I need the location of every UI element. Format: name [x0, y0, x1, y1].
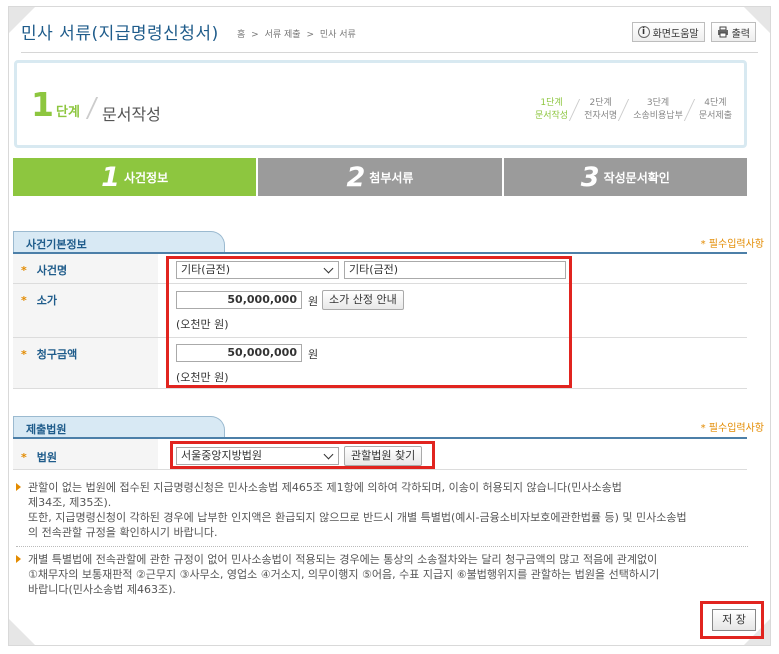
step-progress: 1단계 문서작성 2단계 전자서명 3단계 소송비용납부 4단계 문서제출 — [527, 97, 740, 123]
help-button[interactable]: i 화면도움말 — [631, 22, 705, 42]
step-item-3: 3단계 소송비용납부 — [625, 97, 691, 123]
case-name-label: * 사건명 — [13, 254, 158, 283]
info-icon: i — [637, 26, 650, 38]
breadcrumb: 홈 > 서류 제출 > 민사 서류 — [237, 27, 359, 40]
court-row: * 법원 서울중앙지방법원 관할법원 찾기 — [13, 439, 747, 470]
tab-attachments[interactable]: 2 첨부서류 — [258, 158, 502, 196]
won-unit: 원 — [308, 295, 319, 308]
step-panel: 1 단계 문서작성 1단계 문서작성 2단계 전자서명 3단계 소송비용납부 4단계 문… — [14, 60, 747, 148]
chevron-down-icon — [323, 263, 334, 274]
claim-amount-row: * 청구금액 50,000,000 원 (오천만 원) — [13, 338, 747, 389]
note-divider — [16, 546, 748, 547]
step-item-4: 4단계 문서제출 — [691, 97, 740, 123]
save-button[interactable]: 저 장 — [712, 609, 756, 631]
bullet-arrow-icon — [16, 483, 21, 491]
claim-amount-label: * 청구금액 — [13, 338, 158, 388]
won-unit: 원 — [308, 348, 319, 361]
tab-review[interactable]: 3 작성문서확인 — [503, 158, 747, 196]
breadcrumb-current: 민사 서류 — [319, 30, 356, 40]
help-label: 화면도움말 — [652, 28, 699, 40]
bullet-arrow-icon — [16, 555, 21, 563]
note-jurisdiction: 관할이 없는 법원에 접수된 지급명령신청은 민사소송법 제465조 제1항에 … — [16, 480, 750, 540]
breadcrumb-sep: > — [251, 30, 259, 40]
court-select[interactable]: 서울중앙지방법원 — [176, 447, 339, 465]
step-word: 단계 — [56, 105, 80, 120]
note-general-jurisdiction: 개별 특별법에 전속관할에 관한 규정이 없어 민사소송법이 적용되는 경우에는… — [16, 552, 750, 597]
court-label: * 법원 — [13, 439, 158, 469]
case-name-input[interactable]: 기타(금전) — [344, 261, 566, 279]
breadcrumb-sep: > — [306, 30, 314, 40]
print-label: 출력 — [731, 28, 750, 40]
required-note: * 필수입력사항 — [700, 423, 764, 434]
case-type-select[interactable]: 기타(금전) — [176, 261, 339, 279]
claim-value-input[interactable]: 50,000,000 — [176, 291, 302, 309]
breadcrumb-home[interactable]: 홈 — [237, 30, 245, 40]
corner-decoration — [9, 619, 35, 645]
claim-amount-words: (오천만 원) — [176, 371, 229, 384]
find-court-button[interactable]: 관할법원 찾기 — [344, 446, 423, 466]
claim-value-words: (오천만 원) — [176, 318, 229, 331]
case-info-heading: 사건기본정보 — [13, 231, 225, 253]
section-tabs: 1 사건정보 2 첨부서류 3 작성문서확인 — [13, 158, 747, 196]
breadcrumb-submit[interactable]: 서류 제출 — [265, 30, 301, 40]
print-button[interactable]: 출력 — [710, 22, 756, 42]
step-number: 1 — [31, 85, 54, 124]
page-title: 민사 서류(지급명령신청서) — [21, 24, 219, 44]
title-divider — [21, 52, 758, 53]
tab-case-info[interactable]: 1 사건정보 — [13, 158, 257, 196]
claim-value-label: * 소가 — [13, 284, 158, 337]
step-name: 문서작성 — [102, 105, 161, 124]
court-heading: 제출법원 — [13, 416, 225, 438]
printer-icon — [717, 26, 729, 38]
chevron-down-icon — [323, 449, 334, 460]
claim-value-row: * 소가 50,000,000 원 소가 산정 안내 (오천만 원) — [13, 284, 747, 338]
required-note: * 필수입력사항 — [700, 239, 764, 250]
case-name-row: * 사건명 기타(금전) 기타(금전) — [13, 254, 747, 284]
claim-value-guide-button[interactable]: 소가 산정 안내 — [322, 290, 404, 310]
claim-amount-input[interactable]: 50,000,000 — [176, 344, 302, 362]
